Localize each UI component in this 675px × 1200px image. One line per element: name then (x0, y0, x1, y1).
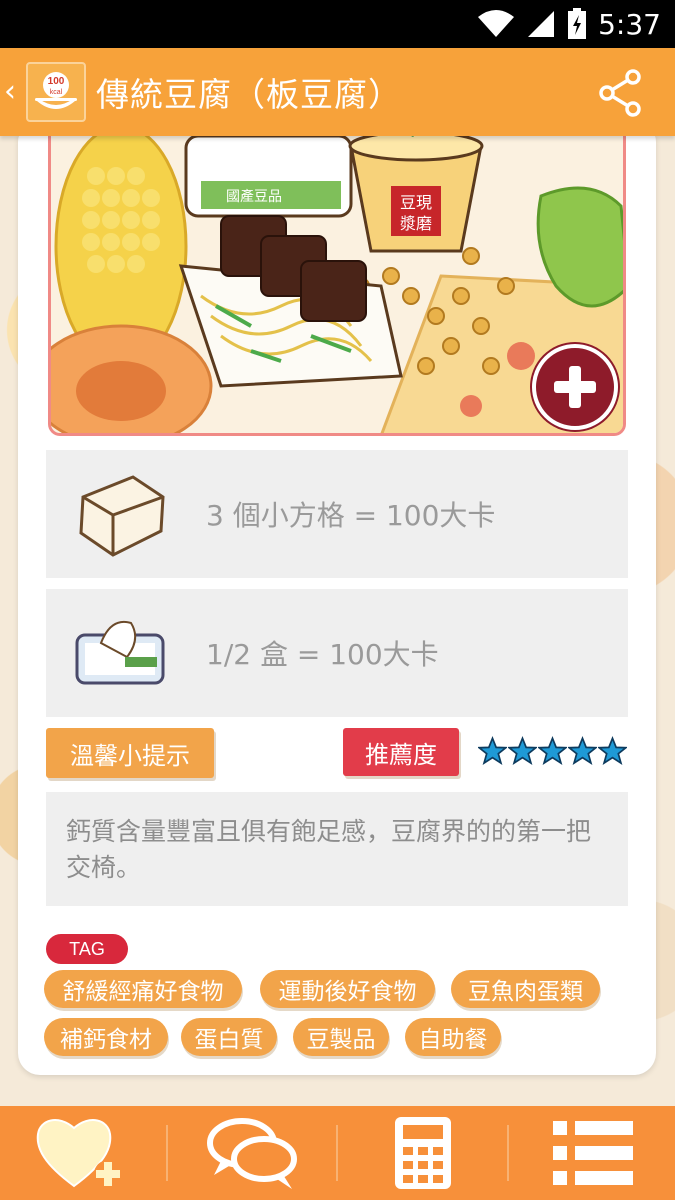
tag-chip[interactable]: 豆製品 (293, 1018, 389, 1056)
tag-chip[interactable]: 補鈣食材 (44, 1018, 168, 1056)
tips-label: 溫馨小提示 (46, 728, 214, 778)
portion-row: 3 個小方格 = 100大卡 (46, 450, 628, 578)
back-button[interactable]: ‹ (4, 77, 24, 107)
logo-unit: kcal (50, 89, 63, 96)
nav-favorite[interactable] (2, 1106, 162, 1200)
portion-row: 1/2 盒 = 100大卡 (46, 589, 628, 717)
nav-divider (506, 1125, 509, 1181)
app-logo[interactable]: 100 kcal (26, 62, 86, 122)
tofu-cube-icon (79, 475, 165, 557)
tag-chip[interactable]: 自助餐 (405, 1018, 501, 1056)
app-bar: ‹ 100 kcal 傳統豆腐（板豆腐） (0, 48, 675, 136)
status-bar: 5:37 (0, 0, 675, 48)
cup-label-bottom: 漿磨 (400, 214, 432, 233)
nav-divider (336, 1125, 339, 1181)
page-title: 傳統豆腐（板豆腐） (96, 75, 402, 114)
star-icon (506, 736, 539, 766)
heart-add-icon (36, 1119, 123, 1188)
signal-icon (528, 11, 555, 37)
chat-bubbles-icon (207, 1118, 298, 1189)
tip-text: 鈣質含量豐富且俱有飽足感，豆腐界的的第一把交椅。 (46, 792, 628, 906)
nav-chat[interactable] (172, 1106, 332, 1200)
clock: 5:37 (598, 7, 661, 41)
tag-label: TAG (46, 934, 128, 964)
tofu-box-icon (75, 621, 165, 685)
tofu-box-label: 國產豆品 (226, 188, 282, 205)
nav-calculator[interactable] (343, 1106, 503, 1200)
star-icon (536, 736, 569, 766)
list-icon (552, 1121, 633, 1185)
tag-chip[interactable]: 舒緩經痛好食物 (44, 970, 242, 1008)
portion-text: 3 個小方格 = 100大卡 (206, 499, 496, 532)
rating-stars (476, 736, 629, 772)
share-icon (599, 69, 641, 117)
logo-number: 100 (48, 76, 65, 87)
star-icon (566, 736, 599, 766)
battery-icon (568, 8, 587, 39)
bottom-nav (0, 1106, 675, 1200)
star-icon (476, 736, 509, 766)
cup-label-top: 豆現 (400, 193, 432, 212)
plus-icon (554, 366, 596, 408)
share-button[interactable] (595, 68, 645, 118)
tag-chip[interactable]: 運動後好食物 (260, 970, 435, 1008)
nav-divider (166, 1125, 169, 1181)
wifi-icon (478, 10, 515, 37)
portion-text: 1/2 盒 = 100大卡 (206, 638, 439, 671)
tag-chip[interactable]: 蛋白質 (181, 1018, 277, 1056)
tag-chip[interactable]: 豆魚肉蛋類 (451, 970, 600, 1008)
star-icon (596, 736, 629, 766)
add-button[interactable] (532, 344, 618, 430)
recommend-label: 推薦度 (343, 728, 459, 776)
nav-list[interactable] (513, 1106, 673, 1200)
calculator-icon (394, 1117, 451, 1189)
